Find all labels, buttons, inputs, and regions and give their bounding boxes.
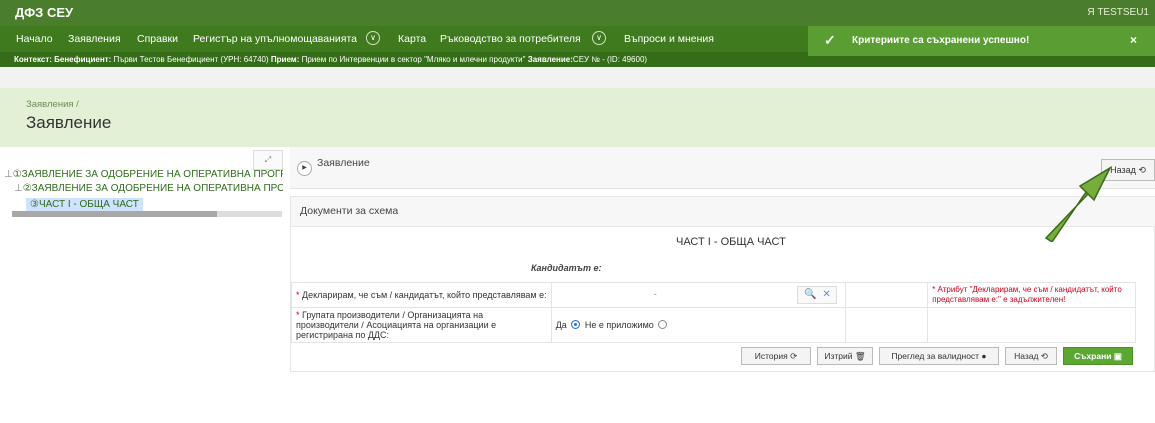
tree-node-3-selected[interactable]: ③ЧАСТ I - ОБЩА ЧАСТ [26,198,143,211]
nav-applications[interactable]: Заявления [68,33,121,45]
annotation-arrow-icon [1044,166,1112,242]
toast-message: Критериите са съхранени успешно! [852,35,1030,46]
check-icon: ✓ [824,32,836,48]
documents-panel: Документи за схема ЧАСТ I - ОБЩА ЧАСТ Ка… [290,196,1155,372]
section-title: ЧАСТ I - ОБЩА ЧАСТ [676,236,786,248]
declaration-lookup[interactable]: - 🔍 ✕ [550,282,847,308]
context-label: Контекст: [14,55,52,64]
empty-cell [845,282,929,308]
form-row-vat: * Групата производители / Организацията … [291,307,1136,343]
top-bar: ДФЗ СЕУ Я TESTSEU1 [0,0,1155,26]
page-header: Заявления / Заявление [0,88,1155,147]
field-label: * Групата производители / Организацията … [291,307,552,343]
clear-icon[interactable]: ✕ [822,289,830,300]
application-label: Заявление: [527,55,573,64]
nav-map[interactable]: Карта [398,33,426,45]
play-icon[interactable]: ▶ [297,161,312,176]
radio-yes[interactable] [571,320,581,329]
tree-scrollbar[interactable] [12,211,282,217]
spacer-bar [0,67,1155,88]
nav-user-guide[interactable]: Ръководство за потребителя [440,33,581,45]
app-brand[interactable]: ДФЗ СЕУ [15,5,73,20]
expand-icon[interactable]: ⤢ [253,150,283,170]
radio-yes-label: Да [555,320,567,330]
lookup-actions: 🔍 ✕ [797,286,838,304]
tree-panel: ⊥①ЗАЯВЛЕНИЕ ЗА ОДОБРЕНИЕ НА ОПЕРАТИВНА П… [0,147,290,423]
intake-value: Прием по Интервенции в сектор "Мляко и м… [301,55,526,64]
user-menu[interactable]: Я TESTSEU1 [1087,7,1149,18]
nav-home[interactable]: Начало [16,33,53,45]
scrollbar-thumb[interactable] [12,211,217,217]
application-value: СЕУ № - (ID: 49600) [572,55,648,64]
delete-button[interactable]: Изтрий 🗑 [817,347,873,365]
search-icon[interactable]: 🔍 [804,289,816,300]
back-button[interactable]: Назад ⟲ [1005,347,1057,365]
nav-references[interactable]: Справки [137,33,178,45]
breadcrumb[interactable]: Заявления / [26,99,79,110]
history-button[interactable]: История ⟳ [741,347,811,365]
beneficiary-value: Първи Тестов Бенефициент (УРН: 64740) [113,55,269,64]
close-icon[interactable]: × [1130,33,1137,47]
save-button[interactable]: Съхрани ▣ [1063,347,1133,365]
application-panel-header: ▶ Заявление Назад ⟲ [290,147,1155,189]
empty-cell [845,307,929,343]
beneficiary-label: Бенефициент: [54,55,112,64]
nav-faq[interactable]: Въпроси и мнения [624,33,714,45]
validate-button[interactable]: Преглед за валидност ● [879,347,999,365]
validation-error: * Атрибут "Декларирам, че съм / кандидат… [927,282,1136,308]
page-title: Заявление [26,113,112,132]
tree-node-2[interactable]: ⊥②ЗАЯВЛЕНИЕ ЗА ОДОБРЕНИЕ НА ОПЕРАТИВНА П… [14,183,283,194]
radio-na-label: Не е приложимо [584,320,654,330]
chevron-down-icon[interactable]: ∨ [592,31,606,45]
panel-title: Заявление [317,157,370,169]
documents-title: Документи за схема [300,205,399,217]
intake-label: Прием: [270,55,300,64]
form-row-declaration: * Декларирам, че съм / кандидатът, който… [291,282,1136,308]
lookup-value: - [653,289,657,299]
action-bar: История ⟳ Изтрий 🗑 Преглед за валидност … [291,347,1136,365]
documents-header: Документи за схема [291,197,1155,227]
vat-radio-group: Да Не е приложимо [550,307,847,343]
radio-not-applicable[interactable] [658,320,668,329]
success-toast: ✓ Критериите са съхранени успешно! × [808,26,1155,56]
section-subtitle: Кандидатът е: [531,263,602,273]
field-label: * Декларирам, че съм / кандидатът, който… [291,282,552,308]
tree-node-1[interactable]: ⊥①ЗАЯВЛЕНИЕ ЗА ОДОБРЕНИЕ НА ОПЕРАТИВНА П… [4,169,283,180]
chevron-down-icon[interactable]: ∨ [366,31,380,45]
nav-authorizations[interactable]: Регистър на упълномощаванията [193,33,357,45]
empty-cell [927,307,1136,343]
form-table: * Декларирам, че съм / кандидатът, който… [291,282,1136,343]
